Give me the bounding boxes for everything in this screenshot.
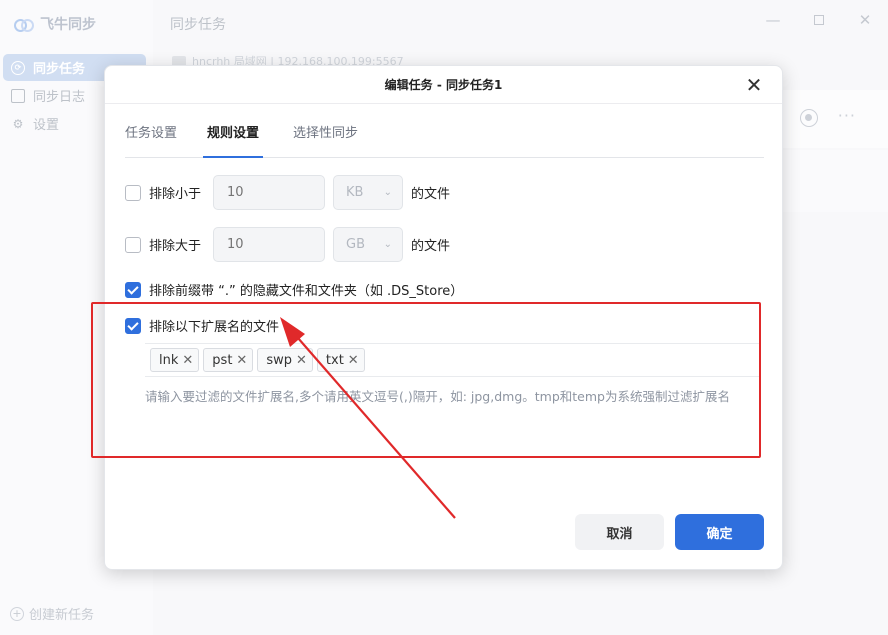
max-size-unit-select[interactable]: GB ⌄ bbox=[333, 227, 404, 262]
chevron-down-icon: ⌄ bbox=[383, 187, 393, 198]
close-icon: ✕ bbox=[745, 73, 763, 97]
dialog-tabs: 任务设置 规则设置 选择性同步 bbox=[125, 122, 764, 158]
cancel-button[interactable]: 取消 bbox=[575, 514, 664, 550]
exclude-larger-checkbox[interactable] bbox=[125, 236, 141, 253]
annotation-highlight-box bbox=[91, 302, 761, 458]
exclude-smaller-checkbox[interactable] bbox=[125, 184, 141, 201]
exclude-hidden-checkbox[interactable] bbox=[125, 281, 141, 298]
tab-selective-sync[interactable]: 选择性同步 bbox=[293, 122, 358, 158]
max-size-input[interactable] bbox=[213, 227, 326, 262]
unit-value: GB bbox=[346, 237, 366, 252]
tab-task-settings[interactable]: 任务设置 bbox=[125, 122, 177, 158]
unit-value: KB bbox=[346, 185, 364, 200]
tab-rule-settings[interactable]: 规则设置 bbox=[203, 122, 264, 158]
dialog-header: 编辑任务 - 同步任务1 ✕ bbox=[105, 66, 782, 104]
exclude-larger-label: 排除大于 bbox=[149, 239, 202, 254]
min-size-unit-select[interactable]: KB ⌄ bbox=[333, 175, 404, 210]
exclude-smaller-row: 排除小于 KB ⌄ 的文件 bbox=[125, 175, 450, 210]
exclude-hidden-row: 排除前缀带 “.” 的隐藏文件和文件夹（如 .DS_Store） bbox=[125, 280, 463, 299]
min-size-input[interactable] bbox=[213, 175, 326, 210]
confirm-button[interactable]: 确定 bbox=[675, 514, 764, 550]
exclude-larger-suffix: 的文件 bbox=[411, 239, 451, 254]
chevron-down-icon: ⌄ bbox=[383, 239, 393, 250]
exclude-smaller-label: 排除小于 bbox=[149, 187, 202, 202]
exclude-hidden-label: 排除前缀带 “.” 的隐藏文件和文件夹（如 .DS_Store） bbox=[149, 284, 464, 299]
exclude-smaller-suffix: 的文件 bbox=[411, 187, 451, 202]
exclude-larger-row: 排除大于 GB ⌄ 的文件 bbox=[125, 227, 450, 262]
dialog-title: 编辑任务 - 同步任务1 bbox=[384, 78, 503, 92]
dialog-close-button[interactable]: ✕ bbox=[744, 75, 764, 95]
